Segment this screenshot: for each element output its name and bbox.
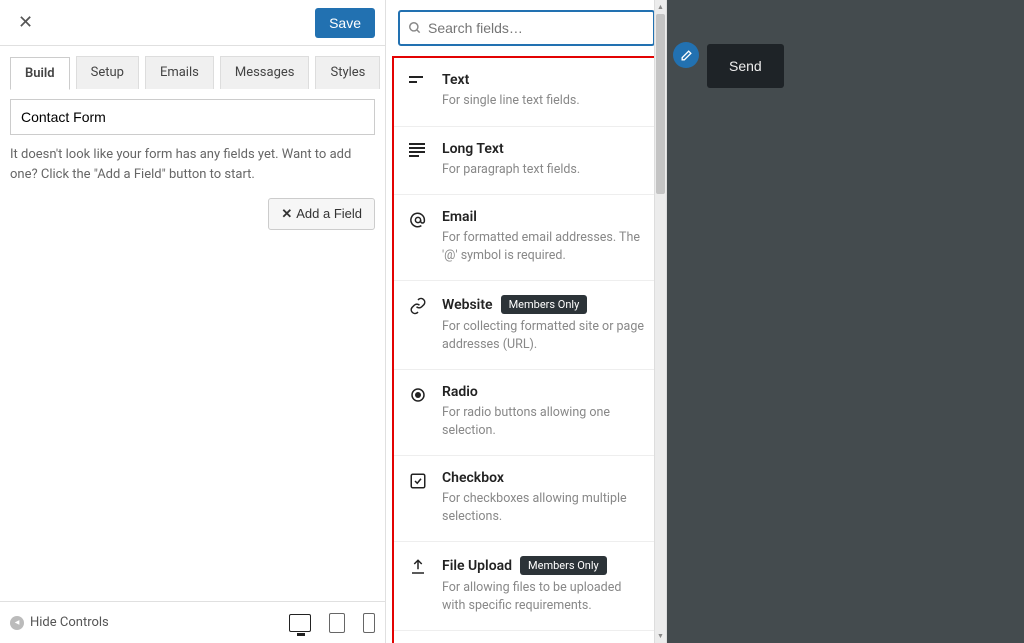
edit-icon[interactable] [673,42,699,68]
field-type-long-text[interactable]: Long Text For paragraph text fields. [394,127,659,196]
empty-state-message: It doesn't look like your form has any f… [0,145,385,184]
checkbox-icon [408,470,428,525]
preview-panel: Send [667,0,1024,643]
field-type-radio[interactable]: Radio For radio buttons allowing one sel… [394,370,659,456]
field-type-file-upload[interactable]: File Upload Members Only For allowing fi… [394,542,659,631]
field-type-checkbox[interactable]: Checkbox For checkboxes allowing multipl… [394,456,659,542]
at-sign-icon [408,209,428,264]
field-title: Checkbox [442,470,504,486]
device-phone-icon[interactable] [363,613,375,633]
close-icon[interactable]: ✕ [10,8,41,37]
search-icon [408,21,422,35]
search-input-wrap[interactable] [398,10,655,46]
tab-styles[interactable]: Styles [315,56,380,89]
members-only-badge: Members Only [501,295,588,314]
fields-list-highlight: Text For single line text fields. Long T… [392,56,661,643]
hide-controls-button[interactable]: Hide Controls [10,615,109,630]
upload-icon [408,556,428,614]
field-desc: For radio buttons allowing one selection… [442,404,645,439]
field-type-email[interactable]: Email For formatted email addresses. The… [394,195,659,281]
field-desc: For collecting formatted site or page ad… [442,318,645,353]
long-text-icon [408,141,428,179]
field-desc: For formatted email addresses. The '@' s… [442,229,645,264]
field-type-website[interactable]: Website Members Only For collecting form… [394,281,659,370]
field-title: Radio [442,384,478,400]
field-desc: For paragraph text fields. [442,161,645,179]
scrollbar[interactable]: ▲ ▼ [654,0,667,643]
send-button[interactable]: Send [707,44,784,88]
close-icon: ✕ [281,206,292,221]
tab-emails[interactable]: Emails [145,56,214,89]
hide-controls-label: Hide Controls [30,615,109,630]
field-title: Text [442,72,469,88]
tab-build[interactable]: Build [10,57,70,90]
field-type-text[interactable]: Text For single line text fields. [394,58,659,127]
field-title: Email [442,209,477,225]
field-desc: For allowing files to be uploaded with s… [442,579,645,614]
tab-setup[interactable]: Setup [76,56,139,89]
scroll-down-arrow[interactable]: ▼ [655,629,666,643]
radio-icon [408,384,428,439]
tab-messages[interactable]: Messages [220,56,310,89]
field-type-dropdown[interactable]: Dropdown [394,631,659,643]
members-only-badge: Members Only [520,556,607,575]
fields-panel: Text For single line text fields. Long T… [386,0,667,643]
field-title: File Upload [442,558,512,574]
tab-bar: Build Setup Emails Messages Styles [0,46,385,89]
scroll-up-arrow[interactable]: ▲ [655,0,666,14]
add-field-button[interactable]: ✕ Add a Field [268,198,375,230]
left-panel: ✕ Save Build Setup Emails Messages Style… [0,0,386,643]
add-field-label: Add a Field [296,206,362,221]
save-button[interactable]: Save [315,8,375,38]
device-desktop-icon[interactable] [289,614,311,632]
search-input[interactable] [428,20,645,36]
short-text-icon [408,72,428,110]
device-tablet-icon[interactable] [329,613,345,633]
chevron-left-icon [10,616,24,630]
field-desc: For single line text fields. [442,92,645,110]
field-desc: For checkboxes allowing multiple selecti… [442,490,645,525]
field-title: Long Text [442,141,504,157]
scrollbar-thumb[interactable] [656,14,665,194]
form-name-input[interactable] [10,99,375,135]
field-title: Website [442,297,493,313]
link-icon [408,295,428,353]
